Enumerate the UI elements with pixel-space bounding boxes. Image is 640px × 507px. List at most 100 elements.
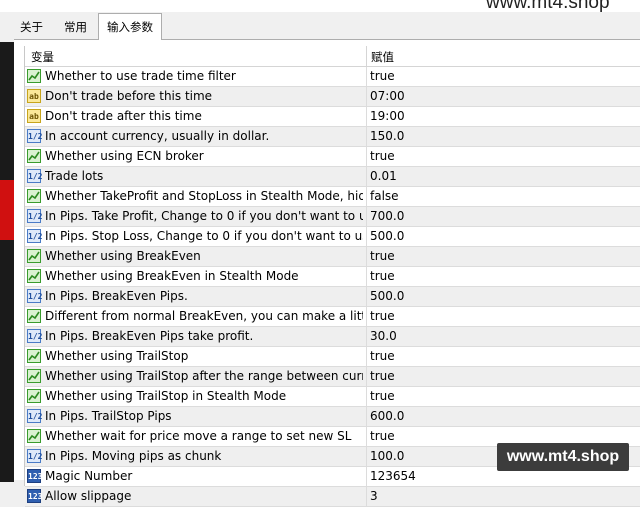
- string-icon: ab: [27, 109, 41, 123]
- parameter-value[interactable]: 500.0: [370, 229, 404, 243]
- parameter-row[interactable]: Whether using TrailStop true: [25, 347, 640, 367]
- parameter-value[interactable]: true: [370, 429, 395, 443]
- bool-icon: [27, 69, 41, 83]
- parameter-name: Allow slippage: [45, 489, 132, 503]
- column-header-variable[interactable]: 变量: [31, 49, 54, 65]
- inputs-panel: 变量 赋值 Whether to use trade time filter tr…: [14, 40, 640, 507]
- parameter-row[interactable]: Whether using BreakEven true: [25, 247, 640, 267]
- parameter-name: Whether using TrailStop after the range …: [45, 369, 363, 383]
- parameter-row[interactable]: Whether TakeProfit and StopLoss in Steal…: [25, 187, 640, 207]
- parameter-value[interactable]: true: [370, 69, 395, 83]
- parameter-name: Trade lots: [45, 169, 104, 183]
- parameter-row[interactable]: 1/2 In Pips. BreakEven Pips take profit. 3…: [25, 327, 640, 347]
- parameter-name: Whether wait for price move a range to s…: [45, 429, 352, 443]
- parameter-value[interactable]: true: [370, 269, 395, 283]
- column-divider: [366, 307, 367, 326]
- bool-icon: [27, 189, 41, 203]
- parameter-value[interactable]: 123654: [370, 469, 416, 483]
- double-icon: 1/2: [27, 329, 42, 343]
- parameter-row[interactable]: Whether using BreakEven in Stealth Mode t…: [25, 267, 640, 287]
- parameter-name: Whether using ECN broker: [45, 149, 204, 163]
- parameter-name: In Pips. Take Profit, Change to 0 if you…: [45, 209, 363, 223]
- parameter-name: Don't trade after this time: [45, 109, 202, 123]
- bool-icon: [27, 249, 41, 263]
- parameter-value[interactable]: true: [370, 369, 395, 383]
- parameter-value[interactable]: 150.0: [370, 129, 404, 143]
- parameter-name: In Pips. TrailStop Pips: [45, 409, 172, 423]
- double-icon: 1/2: [27, 169, 42, 183]
- double-icon: 1/2: [27, 229, 42, 243]
- tab-inputs[interactable]: 输入参数: [98, 13, 162, 40]
- column-divider: [366, 447, 367, 466]
- parameter-row[interactable]: Whether using TrailStop in Stealth Mode t…: [25, 387, 640, 407]
- column-divider: [366, 227, 367, 246]
- tab-bar: 关于 常用 输入参数: [0, 12, 640, 40]
- parameter-value[interactable]: 500.0: [370, 289, 404, 303]
- parameter-row[interactable]: 1/2 In Pips. BreakEven Pips. 500.0: [25, 287, 640, 307]
- column-divider[interactable]: [366, 46, 367, 66]
- column-divider: [366, 487, 367, 506]
- parameter-value[interactable]: true: [370, 249, 395, 263]
- parameter-value[interactable]: false: [370, 189, 399, 203]
- parameter-row[interactable]: 1/2 In Pips. TrailStop Pips 600.0: [25, 407, 640, 427]
- parameter-name: Magic Number: [45, 469, 133, 483]
- column-divider: [366, 347, 367, 366]
- parameter-value[interactable]: 3: [370, 489, 378, 503]
- parameter-name: In Pips. Stop Loss, Change to 0 if you d…: [45, 229, 363, 243]
- column-divider: [366, 127, 367, 146]
- column-divider: [366, 287, 367, 306]
- column-divider: [366, 387, 367, 406]
- parameter-row[interactable]: ab Don't trade before this time 07:00: [25, 87, 640, 107]
- parameter-name: In Pips. Moving pips as chunk: [45, 449, 222, 463]
- bool-icon: [27, 149, 41, 163]
- parameter-value[interactable]: true: [370, 309, 395, 323]
- parameters-list: 变量 赋值 Whether to use trade time filter tr…: [24, 46, 640, 507]
- tab-common[interactable]: 常用: [56, 16, 95, 38]
- parameter-row[interactable]: 1/2 Trade lots 0.01: [25, 167, 640, 187]
- parameter-name: Whether using BreakEven: [45, 249, 201, 263]
- column-divider: [366, 107, 367, 126]
- parameter-value[interactable]: true: [370, 349, 395, 363]
- parameter-row[interactable]: 1/2 In Pips. Take Profit, Change to 0 if …: [25, 207, 640, 227]
- bool-icon: [27, 269, 41, 283]
- column-divider: [366, 327, 367, 346]
- double-icon: 1/2: [27, 209, 42, 223]
- int-icon: 123: [27, 489, 42, 503]
- bool-icon: [27, 349, 41, 363]
- int-icon: 123: [27, 469, 42, 483]
- parameter-name: Different from normal BreakEven, you can…: [45, 309, 363, 323]
- parameter-value[interactable]: 19:00: [370, 109, 405, 123]
- parameter-row[interactable]: Whether using ECN broker true: [25, 147, 640, 167]
- parameter-value[interactable]: 600.0: [370, 409, 404, 423]
- parameter-row[interactable]: Different from normal BreakEven, you can…: [25, 307, 640, 327]
- parameter-row[interactable]: ab Don't trade after this time 19:00: [25, 107, 640, 127]
- parameters-rows: Whether to use trade time filter true ab Do…: [25, 67, 640, 507]
- column-divider: [366, 247, 367, 266]
- parameter-name: Whether using BreakEven in Stealth Mode: [45, 269, 299, 283]
- parameter-name: Whether using TrailStop in Stealth Mode: [45, 389, 287, 403]
- parameter-row[interactable]: Whether using TrailStop after the range …: [25, 367, 640, 387]
- parameter-value[interactable]: 100.0: [370, 449, 404, 463]
- tab-about[interactable]: 关于: [12, 16, 51, 38]
- bool-icon: [27, 309, 41, 323]
- parameter-row[interactable]: 1/2 In account currency, usually in dolla…: [25, 127, 640, 147]
- parameter-value[interactable]: true: [370, 149, 395, 163]
- parameter-row[interactable]: 1/2 In Pips. Stop Loss, Change to 0 if yo…: [25, 227, 640, 247]
- parameter-value[interactable]: 07:00: [370, 89, 405, 103]
- parameter-value[interactable]: 30.0: [370, 329, 397, 343]
- watermark-badge: www.mt4.shop: [497, 443, 629, 471]
- parameter-value[interactable]: 700.0: [370, 209, 404, 223]
- column-divider: [366, 427, 367, 446]
- column-header-value[interactable]: 赋值: [371, 49, 394, 65]
- parameter-value[interactable]: true: [370, 389, 395, 403]
- parameter-value[interactable]: 0.01: [370, 169, 397, 183]
- column-divider: [366, 187, 367, 206]
- bool-icon: [27, 429, 41, 443]
- parameter-row[interactable]: 123 Allow slippage 3: [25, 487, 640, 507]
- parameter-name: Whether using TrailStop: [45, 349, 189, 363]
- parameter-row[interactable]: Whether to use trade time filter true: [25, 67, 640, 87]
- double-icon: 1/2: [27, 289, 42, 303]
- column-divider: [366, 147, 367, 166]
- parameter-name: Whether TakeProfit and StopLoss in Steal…: [45, 189, 363, 203]
- parameter-name: In account currency, usually in dollar.: [45, 129, 270, 143]
